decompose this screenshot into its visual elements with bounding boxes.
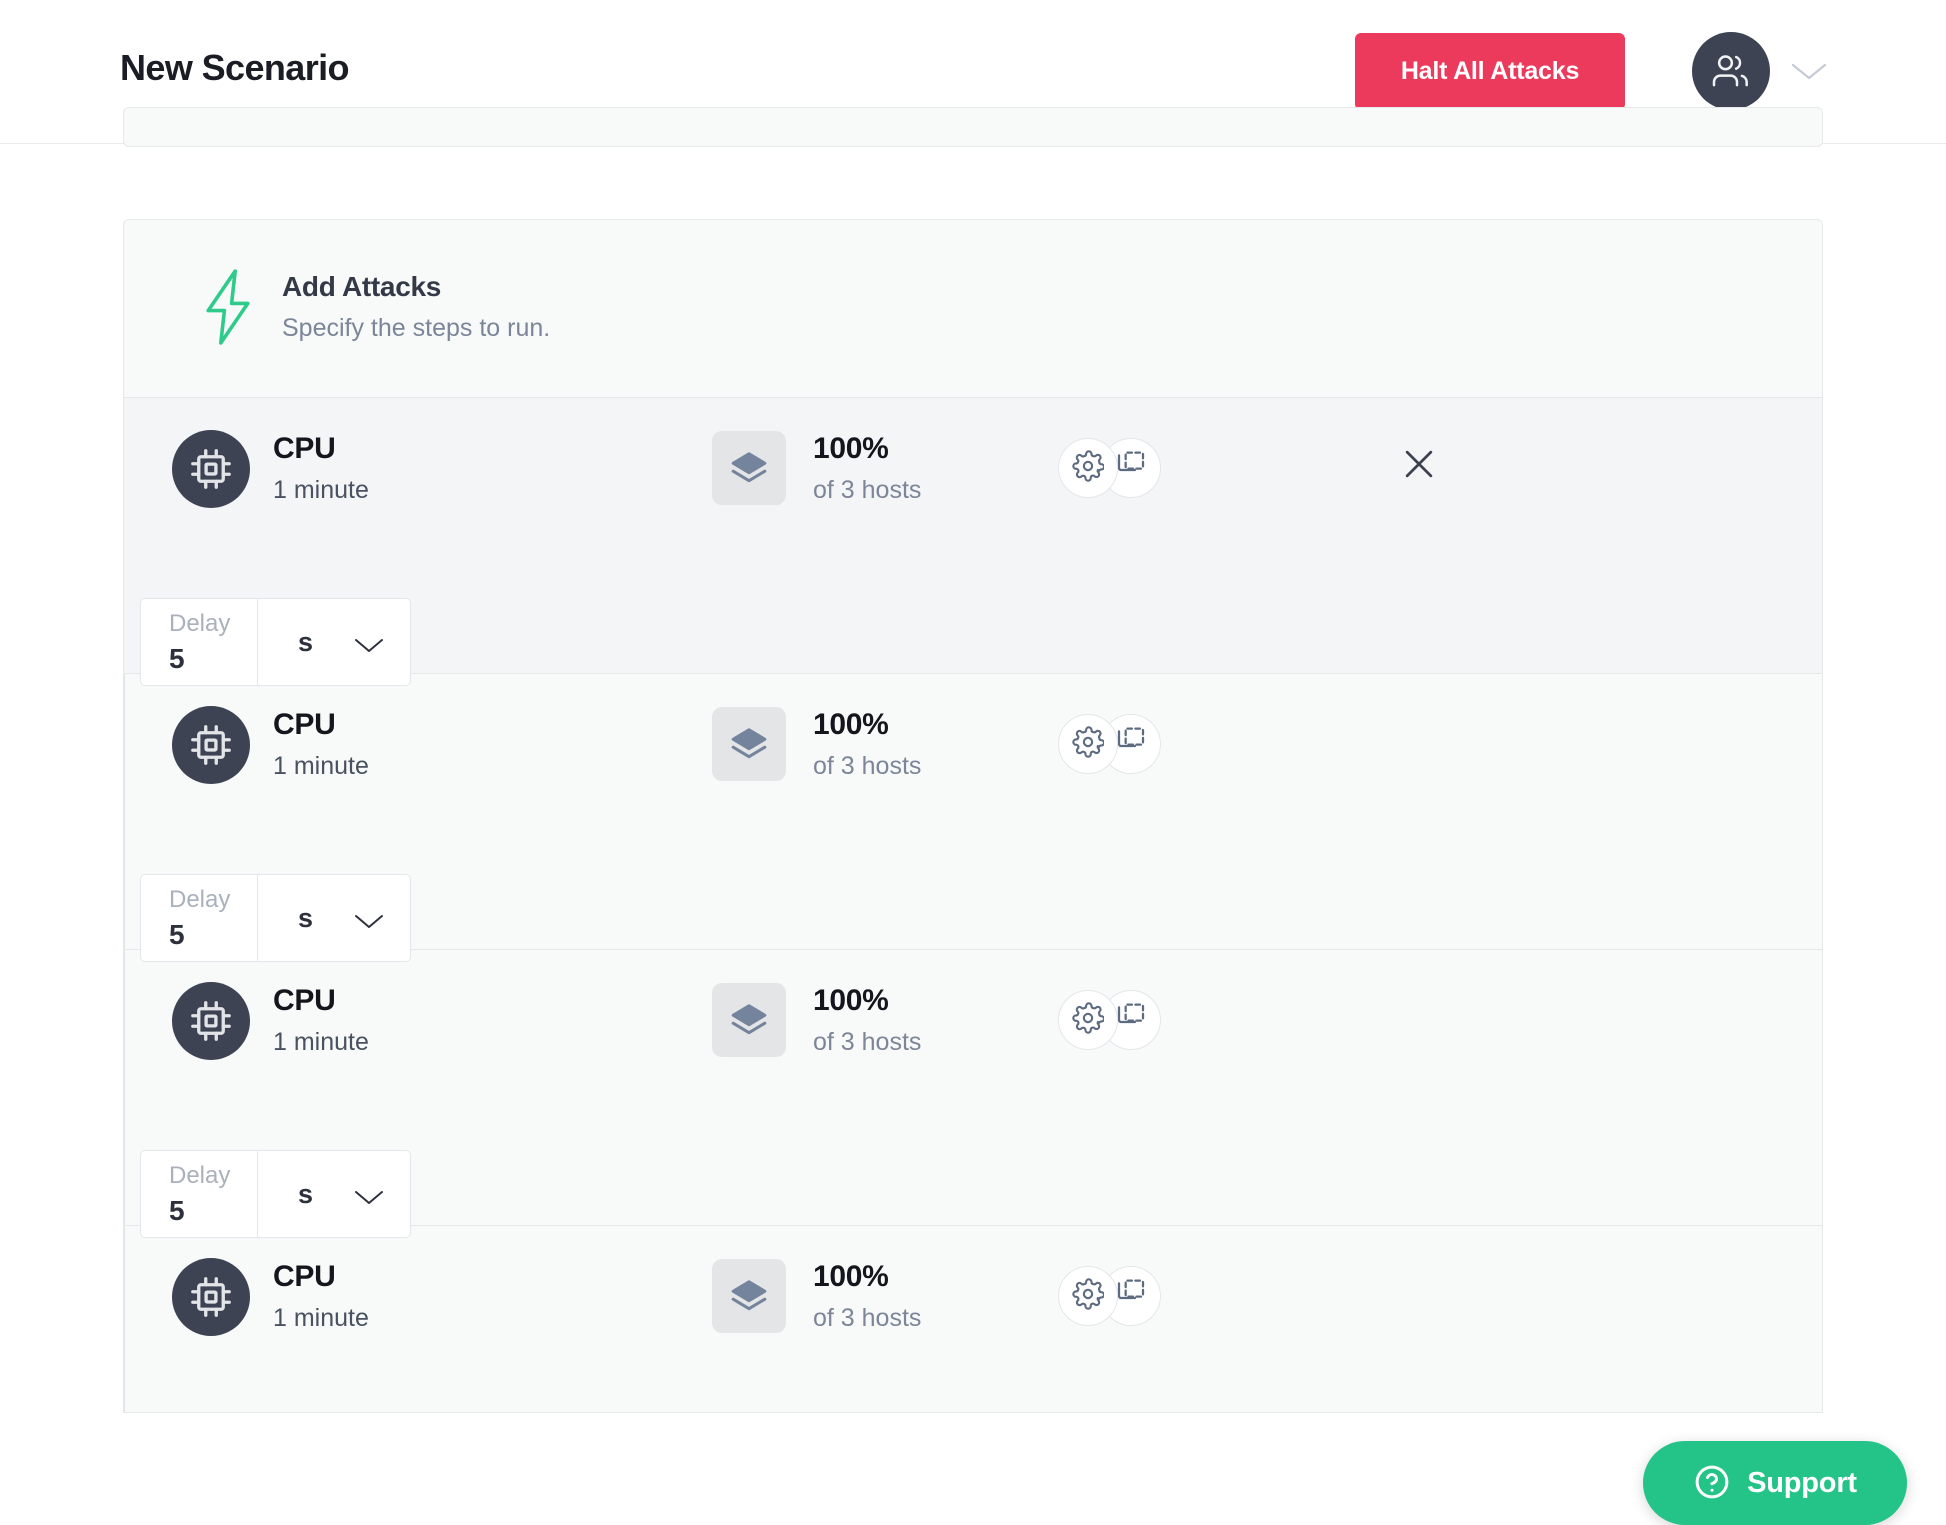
layers-icon — [712, 707, 786, 781]
page-title: New Scenario — [120, 47, 350, 88]
gear-icon — [1072, 1277, 1105, 1315]
users-icon — [1711, 51, 1751, 91]
layers-icon — [712, 983, 786, 1057]
delay-value: 5 — [169, 643, 185, 674]
delay-value: 5 — [169, 919, 185, 950]
attack-duration: 1 minute — [273, 1028, 369, 1056]
delay-value: 5 — [169, 1195, 185, 1226]
delay-unit-select[interactable]: s — [258, 598, 411, 686]
delay-unit-value: s — [298, 903, 314, 933]
add-attacks-subtitle: Specify the steps to run. — [282, 314, 551, 342]
attack-step-row[interactable]: CPU 1 minute 100% of 3 hosts — [124, 674, 1822, 962]
attack-step-row[interactable]: CPU 1 minute 100% of 3 hosts — [124, 1226, 1822, 1412]
copy-icon — [1115, 1002, 1147, 1039]
attack-name: CPU — [273, 1260, 336, 1293]
delay-unit-value: s — [298, 627, 314, 657]
settings-button[interactable] — [1058, 1266, 1118, 1326]
delay-label: Delay — [169, 610, 231, 637]
layers-icon — [712, 1259, 786, 1333]
add-attacks-title: Add Attacks — [282, 271, 442, 302]
delay-control[interactable]: Delay 5 s — [140, 874, 411, 962]
scope-hosts: of 3 hosts — [813, 752, 922, 780]
scope-percent: 100% — [813, 1260, 889, 1293]
chevron-down-icon — [353, 912, 385, 930]
delay-control[interactable]: Delay 5 s — [140, 1150, 411, 1238]
delay-control[interactable]: Delay 5 s — [140, 598, 411, 686]
delay-input[interactable]: Delay 5 — [140, 598, 258, 686]
attack-name: CPU — [273, 708, 336, 741]
previous-card-stub — [123, 107, 1823, 147]
chevron-down-icon[interactable] — [1790, 60, 1828, 82]
attack-steps-list: CPU 1 minute 100% of 3 hosts Delay 5 s C… — [124, 398, 1822, 1412]
chevron-down-icon — [353, 1188, 385, 1206]
scope-percent: 100% — [813, 708, 889, 741]
copy-icon — [1115, 450, 1147, 487]
scope-percent: 100% — [813, 432, 889, 465]
add-attacks-header: Add Attacks Specify the steps to run. — [124, 220, 1822, 398]
question-circle-icon — [1693, 1463, 1731, 1504]
layers-icon — [712, 431, 786, 505]
scope-hosts: of 3 hosts — [813, 476, 922, 504]
delay-input[interactable]: Delay 5 — [140, 874, 258, 962]
copy-icon — [1115, 1278, 1147, 1315]
copy-icon — [1115, 726, 1147, 763]
cpu-chip-icon — [172, 1258, 250, 1336]
scope-hosts: of 3 hosts — [813, 1304, 922, 1332]
scenario-body: Add Attacks Specify the steps to run. CP… — [0, 107, 1946, 1525]
attack-name: CPU — [273, 984, 336, 1017]
attack-step-row[interactable]: CPU 1 minute 100% of 3 hosts — [124, 950, 1822, 1238]
attack-duration: 1 minute — [273, 752, 369, 780]
delay-unit-value: s — [298, 1179, 314, 1209]
close-icon — [1400, 445, 1438, 488]
attack-duration: 1 minute — [273, 476, 369, 504]
scope-hosts: of 3 hosts — [813, 1028, 922, 1056]
gear-icon — [1072, 449, 1105, 487]
avatar[interactable] — [1692, 32, 1770, 110]
delay-unit-select[interactable]: s — [258, 1150, 411, 1238]
cpu-chip-icon — [172, 982, 250, 1060]
attack-step-row[interactable]: CPU 1 minute 100% of 3 hosts — [124, 398, 1822, 686]
delay-label: Delay — [169, 886, 231, 913]
remove-step-button[interactable] — [1391, 438, 1447, 494]
scope-percent: 100% — [813, 984, 889, 1017]
support-button[interactable]: Support — [1643, 1441, 1907, 1525]
settings-button[interactable] — [1058, 990, 1118, 1050]
settings-button[interactable] — [1058, 714, 1118, 774]
gear-icon — [1072, 725, 1105, 763]
cpu-chip-icon — [172, 706, 250, 784]
lightning-bolt-icon — [201, 267, 255, 347]
add-attacks-card: Add Attacks Specify the steps to run. CP… — [123, 219, 1823, 1413]
delay-input[interactable]: Delay 5 — [140, 1150, 258, 1238]
settings-button[interactable] — [1058, 438, 1118, 498]
chevron-down-icon — [353, 636, 385, 654]
attack-name: CPU — [273, 432, 336, 465]
halt-all-attacks-button[interactable]: Halt All Attacks — [1355, 33, 1625, 110]
cpu-chip-icon — [172, 430, 250, 508]
delay-unit-select[interactable]: s — [258, 874, 411, 962]
gear-icon — [1072, 1001, 1105, 1039]
support-label: Support — [1747, 1466, 1857, 1499]
attack-duration: 1 minute — [273, 1304, 369, 1332]
delay-label: Delay — [169, 1162, 231, 1189]
